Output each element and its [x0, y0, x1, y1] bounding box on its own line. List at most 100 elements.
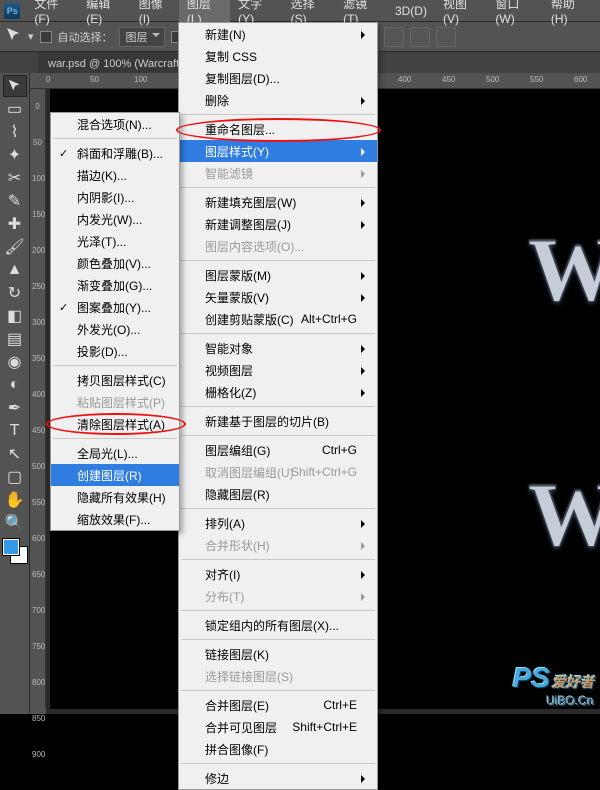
menu-item-label: 颜色叠加(V)... — [77, 255, 151, 272]
menu-item-label: 隐藏所有效果(H) — [77, 489, 166, 506]
menu-item[interactable]: 创建图层(R) — [51, 464, 179, 486]
brush-tool[interactable]: 🖌 — [3, 236, 27, 258]
menu-item[interactable]: 合并可见图层Shift+Ctrl+E — [179, 716, 377, 738]
ruler-tick: 150 — [30, 197, 45, 233]
gradient-tool[interactable]: ▤ — [3, 328, 27, 350]
wand-tool[interactable]: ✦ — [3, 144, 27, 166]
menu-item-label: 新建填充图层(W) — [205, 194, 296, 211]
align-button[interactable] — [410, 27, 430, 47]
menu-item[interactable]: 清除图层样式(A) — [51, 413, 179, 435]
type-tool[interactable]: T — [3, 420, 27, 442]
menu-edit[interactable]: 编辑(E) — [78, 0, 130, 29]
move-tool[interactable] — [3, 75, 27, 97]
menu-item[interactable]: 隐藏图层(R) — [179, 483, 377, 505]
ruler-tick: 350 — [30, 341, 45, 377]
menu-item[interactable]: 外发光(O)... — [51, 318, 179, 340]
auto-select-checkbox[interactable] — [40, 31, 52, 43]
menu-item[interactable]: 图案叠加(Y)... — [51, 296, 179, 318]
eraser-tool[interactable]: ◧ — [3, 305, 27, 327]
menu-item-label: 智能滤镜 — [205, 165, 253, 182]
menu-item[interactable]: 锁定组内的所有图层(X)... — [179, 614, 377, 636]
menu-item[interactable]: 全局光(L)... — [51, 442, 179, 464]
history-brush-tool[interactable]: ↻ — [3, 282, 27, 304]
menu-item[interactable]: 内阴影(I)... — [51, 186, 179, 208]
marquee-tool[interactable]: ▭ — [3, 98, 27, 120]
menu-item-label: 图层内容选项(O)... — [205, 238, 304, 255]
menu-item[interactable]: 重命名图层... — [179, 118, 377, 140]
menu-item[interactable]: 混合选项(N)... — [51, 113, 179, 135]
menu-item[interactable]: 链接图层(K) — [179, 643, 377, 665]
menu-item[interactable]: 复制 CSS — [179, 45, 377, 67]
menu-item[interactable]: 对齐(I) — [179, 563, 377, 585]
menu-separator — [53, 438, 177, 439]
auto-select-target[interactable]: 图层 — [119, 27, 165, 47]
menu-item[interactable]: 描边(K)... — [51, 164, 179, 186]
dropdown-icon[interactable]: ▾ — [28, 30, 34, 43]
menu-item[interactable]: 矢量蒙版(V) — [179, 286, 377, 308]
menu-item[interactable]: 删除 — [179, 89, 377, 111]
menu-item-label: 拷贝图层样式(C) — [77, 372, 166, 389]
menu-item[interactable]: 新建(N) — [179, 23, 377, 45]
ruler-tick: 0 — [30, 89, 45, 125]
menu-item[interactable]: 颜色叠加(V)... — [51, 252, 179, 274]
path-tool[interactable]: ↖ — [3, 443, 27, 465]
fg-color[interactable] — [3, 539, 19, 555]
menu-item[interactable]: 排列(A) — [179, 512, 377, 534]
menu-item[interactable]: 图层编组(G)Ctrl+G — [179, 439, 377, 461]
crop-tool[interactable]: ✂ — [3, 167, 27, 189]
menu-item[interactable]: 斜面和浮雕(B)... — [51, 142, 179, 164]
heal-tool[interactable]: ✚ — [3, 213, 27, 235]
hand-tool[interactable]: ✋ — [3, 489, 27, 511]
menu-item[interactable]: 图层蒙版(M) — [179, 264, 377, 286]
menu-item[interactable]: 智能对象 — [179, 337, 377, 359]
align-button[interactable] — [384, 27, 404, 47]
dodge-tool[interactable]: ◐ — [3, 374, 27, 396]
menu-item-label: 缩放效果(F)... — [77, 511, 150, 528]
auto-select-label: 自动选择： — [58, 29, 113, 45]
menu-item[interactable]: 视频图层 — [179, 359, 377, 381]
menu-item[interactable]: 拼合图像(F) — [179, 738, 377, 760]
menu-item[interactable]: 光泽(T)... — [51, 230, 179, 252]
menu-item[interactable]: 栅格化(Z) — [179, 381, 377, 403]
pen-tool[interactable]: ✒ — [3, 397, 27, 419]
menu-separator — [181, 508, 375, 509]
menu-item-label: 图层样式(Y) — [205, 143, 269, 160]
menu-item[interactable]: 隐藏所有效果(H) — [51, 486, 179, 508]
menu-item[interactable]: 内发光(W)... — [51, 208, 179, 230]
align-button[interactable] — [436, 27, 456, 47]
menu-window[interactable]: 窗口(W) — [487, 0, 543, 29]
menu-image[interactable]: 图像(I) — [131, 0, 179, 29]
menu-item[interactable]: 新建基于图层的切片(B) — [179, 410, 377, 432]
stamp-tool[interactable]: ▲ — [3, 259, 27, 281]
menu-item: 智能滤镜 — [179, 162, 377, 184]
shape-tool[interactable]: ▢ — [3, 466, 27, 488]
menu-help[interactable]: 帮助(H) — [543, 0, 596, 29]
menu-item[interactable]: 新建填充图层(W) — [179, 191, 377, 213]
menu-file[interactable]: 文件(F) — [26, 0, 78, 29]
menu-item[interactable]: 创建剪贴蒙版(C)Alt+Ctrl+G — [179, 308, 377, 330]
menu-item[interactable]: 合并图层(E)Ctrl+E — [179, 694, 377, 716]
menu-3d[interactable]: 3D(D) — [387, 1, 435, 21]
menu-item[interactable]: 修边 — [179, 767, 377, 789]
zoom-tool[interactable]: 🔍 — [3, 512, 27, 534]
menu-item-label: 混合选项(N)... — [77, 116, 152, 133]
app-window: Ps 文件(F) 编辑(E) 图像(I) 图层(L) 文字(Y) 选择(S) 滤… — [0, 0, 600, 714]
eyedropper-tool[interactable]: ✎ — [3, 190, 27, 212]
ruler-tick: 300 — [30, 305, 45, 341]
menu-view[interactable]: 视图(V) — [435, 0, 487, 29]
menu-item[interactable]: 图层样式(Y) — [179, 140, 377, 162]
menu-item[interactable]: 渐变叠加(G)... — [51, 274, 179, 296]
menu-item[interactable]: 缩放效果(F)... — [51, 508, 179, 530]
menu-item-label: 内阴影(I)... — [77, 189, 134, 206]
lasso-tool[interactable]: ⌇ — [3, 121, 27, 143]
color-swatch[interactable] — [3, 539, 27, 563]
menu-item-label: 拼合图像(F) — [205, 741, 268, 758]
blur-tool[interactable]: ◉ — [3, 351, 27, 373]
menu-item: 取消图层编组(U)Shift+Ctrl+G — [179, 461, 377, 483]
menu-item-label: 智能对象 — [205, 340, 253, 357]
menu-item[interactable]: 拷贝图层样式(C) — [51, 369, 179, 391]
layer-menu-dropdown: 新建(N)复制 CSS复制图层(D)...删除重命名图层... 图层样式(Y) 智能… — [178, 22, 378, 790]
menu-item[interactable]: 新建调整图层(J) — [179, 213, 377, 235]
menu-item[interactable]: 复制图层(D)... — [179, 67, 377, 89]
menu-item[interactable]: 投影(D)... — [51, 340, 179, 362]
